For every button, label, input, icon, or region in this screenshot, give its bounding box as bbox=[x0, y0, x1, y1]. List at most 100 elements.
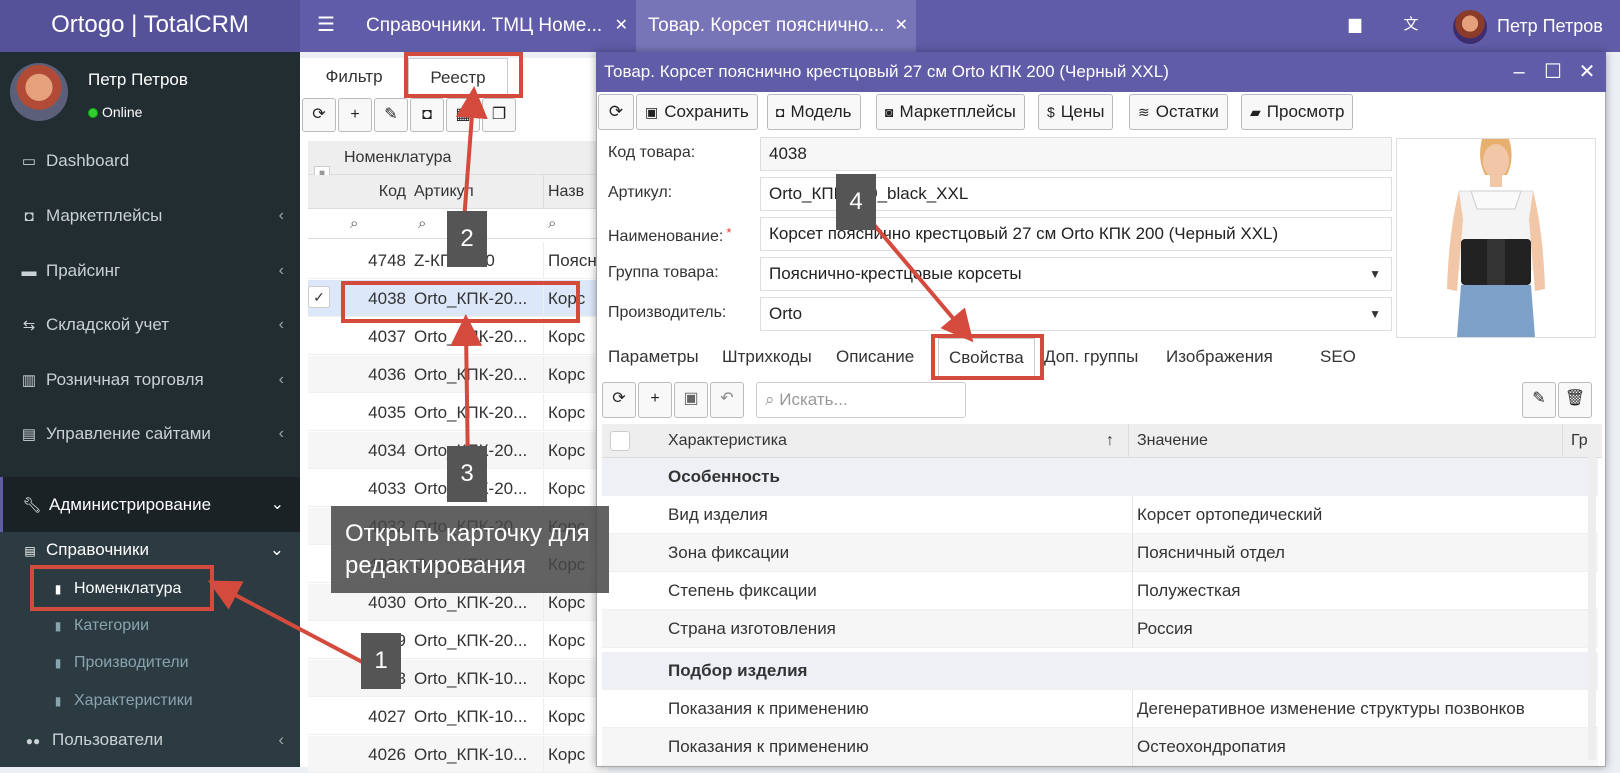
sidebar-item-admin[interactable]: 🔧︎ Администрирование ⌄ bbox=[0, 477, 300, 533]
callout-open-card: Открыть карточку для редактирования bbox=[331, 506, 609, 593]
search-input[interactable]: ⌕ Искать... bbox=[756, 382, 966, 418]
sidebar-item-properties[interactable]: ▮ Характеристики bbox=[0, 683, 300, 719]
save-button[interactable]: ▣ Сохранить bbox=[636, 94, 758, 130]
chevron-left-icon: ‹ bbox=[278, 425, 284, 442]
table-row[interactable]: Показания к применению Дегенеративное изм… bbox=[602, 690, 1598, 728]
search-icon[interactable]: ⌕ bbox=[548, 209, 556, 239]
table-row[interactable]: Степень фиксации Полужесткая bbox=[602, 572, 1598, 610]
column-name[interactable]: Назв bbox=[543, 175, 584, 209]
sidebar-item-pricing[interactable]: ▬ Прайсинг ‹ bbox=[0, 243, 300, 299]
required-mark: * bbox=[726, 225, 732, 240]
sidebar-item-categories[interactable]: ▮ Категории bbox=[0, 608, 300, 644]
tab-extra-groups[interactable]: Доп. группы bbox=[1044, 338, 1138, 378]
close-icon[interactable]: ✕ bbox=[895, 0, 908, 52]
maximize-icon[interactable]: ☐ bbox=[1538, 52, 1568, 92]
sidebar-item-warehouse[interactable]: ⇆ Складской учет ‹ bbox=[0, 297, 300, 353]
table-row[interactable]: 4036 Orto_КПК-20... Корс bbox=[308, 356, 608, 393]
dialog-title: Товар. Корсет пояснично крестцовый 27 см… bbox=[596, 52, 1606, 92]
tab-filter[interactable]: Фильтр bbox=[306, 58, 402, 96]
sidebar-item-makers[interactable]: ▮ Производители bbox=[0, 645, 300, 681]
close-icon[interactable]: ✕ bbox=[615, 0, 628, 52]
marketplace-button[interactable]: ◘ bbox=[410, 98, 444, 132]
close-icon[interactable]: ✕ bbox=[1572, 52, 1602, 92]
table-row[interactable]: 4028Orto_КПК-10...Корс bbox=[308, 660, 608, 697]
table-row[interactable]: Страна изготовления Россия bbox=[602, 610, 1598, 648]
table-row[interactable]: Вид изделия Корсет ортопедический bbox=[602, 496, 1598, 534]
caret-down-icon: ▼ bbox=[1369, 267, 1381, 281]
translate-icon[interactable]: 文 bbox=[1396, 0, 1426, 52]
refresh-button[interactable]: ⟳ bbox=[302, 98, 336, 132]
table-row[interactable]: Показания к применению Остеохондропатия bbox=[602, 728, 1598, 766]
minimize-icon[interactable]: – bbox=[1504, 52, 1534, 92]
vertical-scrollbar[interactable] bbox=[1588, 430, 1596, 760]
edit-button[interactable]: ✎ bbox=[1522, 382, 1556, 418]
sidebar-item-label: Маркетплейсы bbox=[46, 206, 163, 225]
stock-button[interactable]: ≋ Остатки bbox=[1129, 94, 1228, 130]
brand-logo[interactable]: Ortogo | TotalCRM bbox=[0, 0, 300, 52]
add-button[interactable]: + bbox=[338, 98, 372, 132]
sidebar-item-retail[interactable]: ▥ Розничная торговля ‹ bbox=[0, 352, 300, 408]
step-badge-3: 3 bbox=[447, 446, 487, 502]
tab-parameters[interactable]: Параметры bbox=[608, 338, 699, 378]
column-property[interactable]: Характеристика bbox=[668, 424, 787, 458]
chat-icon[interactable]: ▆ bbox=[1340, 0, 1370, 52]
save-icon-button[interactable]: ▣ bbox=[674, 382, 708, 418]
delete-button[interactable]: 🗑︎ bbox=[1558, 382, 1592, 418]
cell-article: Orto_КПК-10... bbox=[414, 745, 528, 764]
view-button[interactable]: ▰ Просмотр bbox=[1241, 94, 1354, 130]
code-field[interactable]: 4038 bbox=[760, 137, 1392, 171]
table-row[interactable]: 4037 Orto_КПК-20... Корс bbox=[308, 318, 608, 355]
cell-article: Orto_КПК-20... bbox=[414, 327, 528, 346]
edit-button[interactable]: ✎ bbox=[374, 98, 408, 132]
group-row[interactable]: Подбор изделия bbox=[602, 652, 1598, 690]
tab-product[interactable]: Товар. Корсет пояснично... ✕ bbox=[636, 0, 916, 52]
table-row[interactable]: 4029Orto_КПК-20...Корс bbox=[308, 622, 608, 659]
cell-article: Orto_КПК-10... bbox=[414, 707, 528, 726]
column-value[interactable]: Значение bbox=[1128, 424, 1208, 458]
search-icon[interactable]: ⌕ bbox=[418, 209, 426, 239]
tab-seo[interactable]: SEO bbox=[1320, 338, 1356, 378]
search-icon[interactable]: ⌕ bbox=[350, 209, 358, 239]
select-all-checkbox[interactable] bbox=[610, 431, 630, 451]
model-button[interactable]: ◘ Модель bbox=[767, 94, 861, 130]
sidebar-item-sites[interactable]: ▤ Управление сайтами ‹ bbox=[0, 406, 300, 462]
undo-button[interactable]: ↶ bbox=[710, 382, 744, 418]
table-row[interactable]: 4035 Orto_КПК-20... Корс bbox=[308, 394, 608, 431]
group-select[interactable]: Пояснично-крестцовые корсеты ▼ bbox=[760, 257, 1392, 291]
add-button[interactable]: + bbox=[638, 382, 672, 418]
sort-arrow-icon[interactable]: ↑ bbox=[1106, 424, 1114, 458]
chevron-left-icon: ‹ bbox=[278, 371, 284, 388]
sidebar-item-label: Пользователи bbox=[52, 730, 163, 749]
column-group[interactable]: Гр bbox=[1562, 424, 1588, 458]
chevron-down-icon: ⌄ bbox=[269, 540, 284, 559]
sidebar-item-label: Розничная торговля bbox=[46, 370, 204, 389]
sidebar-item-users[interactable]: ●● Пользователи ‹ bbox=[0, 722, 300, 758]
sidebar-item-dashboard[interactable]: ▭ Dashboard bbox=[0, 133, 300, 189]
sidebar-item-marketplaces[interactable]: ◘ Маркетплейсы ‹ bbox=[0, 188, 300, 244]
column-code[interactable]: Код bbox=[348, 175, 406, 209]
tab-images[interactable]: Изображения bbox=[1166, 338, 1273, 378]
group-row[interactable]: Особенность bbox=[602, 458, 1598, 496]
table-row[interactable]: 4026 Orto_КПК-10... Корс bbox=[308, 736, 608, 773]
avatar[interactable] bbox=[1453, 10, 1487, 44]
prices-button[interactable]: $ Цены bbox=[1038, 94, 1114, 130]
copy-button[interactable]: ❐ bbox=[482, 98, 516, 132]
refresh-button[interactable]: ⟳ bbox=[602, 382, 636, 418]
top-user-name[interactable]: Петр Петров bbox=[1497, 0, 1603, 52]
tab-barcodes[interactable]: Штрихкоды bbox=[722, 338, 812, 378]
column-article[interactable]: Артикул bbox=[414, 175, 474, 209]
table-row[interactable]: 4027 Orto_КПК-10... Корс bbox=[308, 698, 608, 735]
marketplaces-button[interactable]: ◙ Маркетплейсы bbox=[876, 94, 1025, 130]
product-image[interactable] bbox=[1396, 138, 1596, 338]
cell-code: 4036 bbox=[368, 365, 406, 384]
maker-select[interactable]: Orto ▼ bbox=[760, 297, 1392, 331]
tab-references[interactable]: Справочники. ТМЦ Номе... ✕ bbox=[354, 0, 636, 52]
tab-description[interactable]: Описание bbox=[836, 338, 914, 378]
row-checkbox[interactable]: ✓ bbox=[308, 286, 330, 308]
menu-toggle-icon[interactable]: ☰ bbox=[308, 0, 344, 52]
sidebar-item-references[interactable]: ▤ Справочники ⌄ bbox=[0, 532, 300, 568]
grid-button[interactable]: ▦ bbox=[446, 98, 480, 132]
table-row[interactable]: Зона фиксации Поясничный отдел bbox=[602, 534, 1598, 572]
refresh-button[interactable]: ⟳ bbox=[598, 94, 634, 130]
shopping-bag-icon: ◘ bbox=[24, 208, 34, 225]
